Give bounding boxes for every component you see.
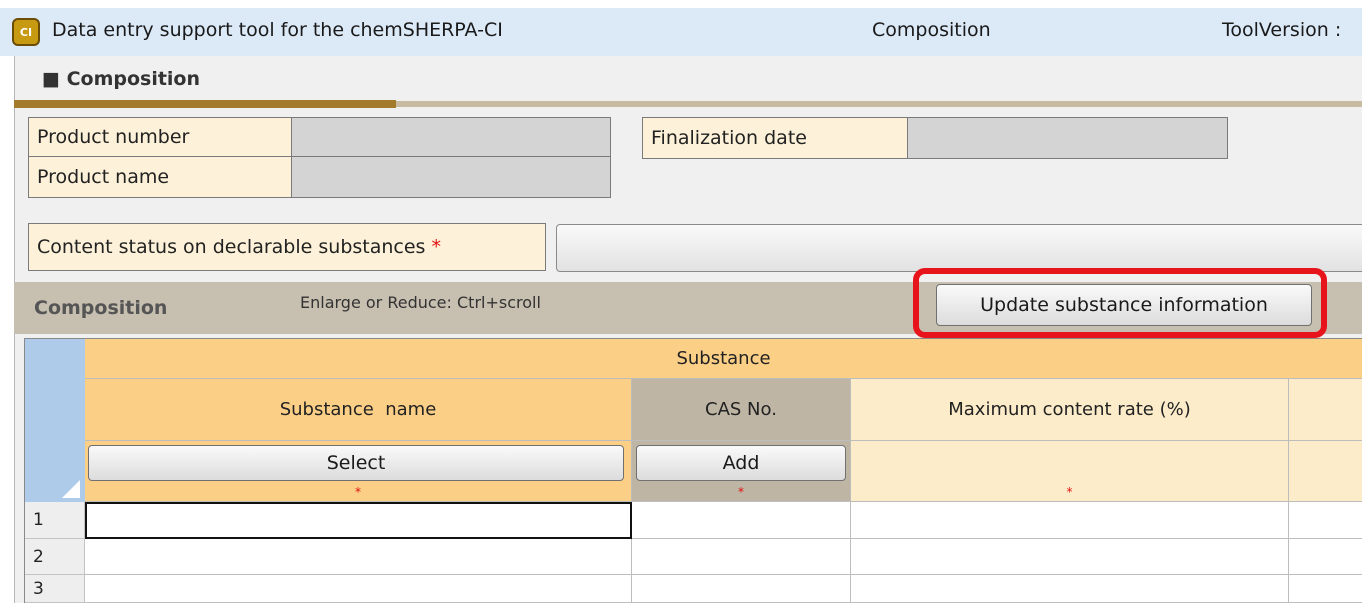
row-number[interactable]: 1 [25,502,85,539]
app-logo-icon: CI [12,18,40,46]
column-header-next [1289,379,1362,441]
substance-name-cell[interactable] [85,575,632,603]
max-content-rate-cell[interactable] [851,539,1289,575]
cas-no-cell[interactable] [632,539,851,575]
required-indicator [1289,483,1362,502]
product-name-label: Product name [28,156,292,198]
required-indicator: * [85,483,632,502]
content-status-label: Content status on declarable substances … [28,223,546,271]
composition-title: Composition [34,297,168,319]
update-substance-information-button[interactable]: Update substance information [936,284,1312,326]
next-cell[interactable] [1289,539,1362,575]
cas-no-cell[interactable] [632,502,851,539]
grid-corner [25,339,85,502]
product-name-field [291,156,611,198]
content-status-select[interactable] [556,224,1362,272]
select-substance-button[interactable]: Select [88,445,624,481]
product-number-label: Product number [28,117,292,157]
finalization-date-field [907,117,1228,159]
cas-no-cell[interactable] [632,575,851,603]
zoom-hint: Enlarge or Reduce: Ctrl+scroll [300,293,541,312]
screen-name: Composition [872,19,991,41]
next-button-cell [1289,441,1362,483]
section-divider [396,101,1362,107]
add-cas-button[interactable]: Add [636,445,846,481]
required-mark: * [431,236,442,258]
row-number[interactable]: 2 [25,539,85,575]
substance-name-cell[interactable] [85,539,632,575]
column-header-substance-name: Substance name [85,379,632,441]
finalization-date-label: Finalization date [642,117,908,159]
select-all-corner-icon[interactable] [62,480,80,498]
section-underline [14,100,396,108]
max-content-rate-cell[interactable] [851,502,1289,539]
product-number-field [291,117,611,157]
content-status-label-text: Content status on declarable substances [37,236,426,258]
next-cell[interactable] [1289,502,1362,539]
substance-name-cell[interactable] [85,502,632,539]
column-header-cas-no: CAS No. [632,379,851,441]
tool-version: ToolVersion : [1222,19,1342,41]
max-content-button-cell [851,441,1289,483]
required-indicator: * [632,483,851,502]
section-title: ■ Composition [42,68,201,90]
required-indicator: * [851,483,1289,502]
substance-group-header: Substance [85,339,1362,379]
max-content-rate-cell[interactable] [851,575,1289,603]
next-cell[interactable] [1289,575,1362,603]
row-number[interactable]: 3 [25,575,85,603]
app-title: Data entry support tool for the chemSHER… [52,19,503,41]
column-header-max-content-rate: Maximum content rate (%) [851,379,1289,441]
